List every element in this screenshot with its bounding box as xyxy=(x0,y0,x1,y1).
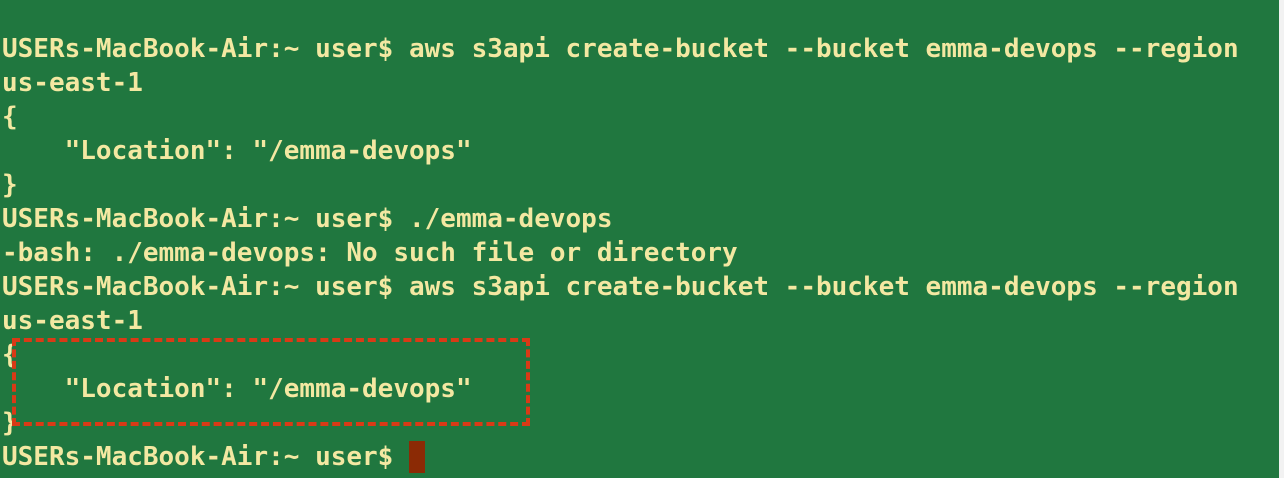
terminal-line: "Location": "/emma-devops" xyxy=(2,136,472,166)
terminal-line: "Location": "/emma-devops" xyxy=(2,374,472,404)
terminal-output: USERs-MacBook-Air:~ user$ aws s3api crea… xyxy=(2,32,1239,474)
terminal-line: us-east-1 xyxy=(2,68,143,98)
terminal-input-line[interactable]: USERs-MacBook-Air:~ user$ xyxy=(2,440,1239,474)
terminal-prompt: USERs-MacBook-Air:~ user$ xyxy=(2,442,394,472)
terminal-line: us-east-1 xyxy=(2,306,143,336)
terminal-window[interactable]: USERs-MacBook-Air:~ user$ aws s3api crea… xyxy=(0,0,1280,478)
terminal-line: } xyxy=(2,408,18,438)
terminal-line: { xyxy=(2,102,18,132)
window-right-edge xyxy=(1279,0,1284,478)
terminal-line: USERs-MacBook-Air:~ user$ ./emma-devops xyxy=(2,204,613,234)
terminal-line: -bash: ./emma-devops: No such file or di… xyxy=(2,238,738,268)
terminal-line: USERs-MacBook-Air:~ user$ aws s3api crea… xyxy=(2,34,1239,64)
terminal-cursor xyxy=(409,441,426,473)
terminal-line: { xyxy=(2,340,18,370)
terminal-line: } xyxy=(2,170,18,200)
terminal-line: USERs-MacBook-Air:~ user$ aws s3api crea… xyxy=(2,272,1239,302)
